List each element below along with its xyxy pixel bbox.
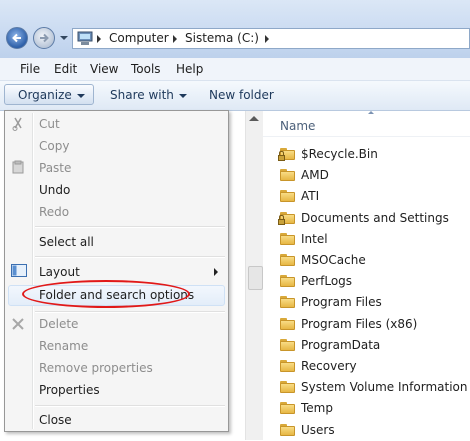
folder-name: Intel — [301, 231, 328, 246]
breadcrumb-separator-icon[interactable] — [265, 35, 269, 43]
folder-icon — [280, 190, 295, 203]
menu-view[interactable]: View — [90, 62, 118, 76]
folder-name: Users — [301, 422, 335, 437]
folder-icon — [280, 338, 295, 351]
scroll-thumb[interactable] — [248, 266, 263, 290]
menu-separator — [35, 226, 225, 228]
menu-item-layout[interactable]: Layout — [39, 265, 80, 279]
menu-item-close[interactable]: Close — [39, 413, 72, 427]
locked-folder-icon — [278, 211, 295, 225]
menu-item-redo[interactable]: Redo — [39, 205, 69, 219]
address-breadcrumb[interactable]: Computer Sistema (C:) — [72, 28, 470, 49]
menu-separator — [35, 405, 225, 407]
menu-item-copy[interactable]: Copy — [39, 139, 69, 153]
new-folder-button[interactable]: New folder — [209, 88, 274, 102]
menu-separator — [35, 311, 225, 313]
folder-name: PerfLogs — [301, 274, 353, 289]
folder-icon — [280, 402, 295, 415]
folder-name: MSOCache — [301, 253, 366, 267]
menu-help[interactable]: Help — [176, 62, 203, 76]
arrow-left-icon — [12, 33, 21, 43]
breadcrumb-separator-icon[interactable] — [173, 35, 177, 43]
folder-name: Program Files — [301, 295, 382, 310]
breadcrumb-drive[interactable]: Sistema (C:) — [185, 31, 259, 45]
menu-bar: File Edit View Tools Help — [0, 58, 470, 81]
menu-item-undo[interactable]: Undo — [39, 183, 70, 197]
folder-name: System Volume Information — [301, 380, 468, 395]
locked-folder-icon — [278, 148, 295, 161]
sort-ascending-icon — [368, 111, 374, 114]
back-button[interactable] — [6, 27, 28, 49]
scissors-icon — [12, 117, 22, 131]
dropdown-arrow-icon — [76, 93, 85, 98]
forward-button[interactable] — [33, 27, 55, 49]
share-with-label: Share with — [110, 88, 174, 102]
organize-button[interactable]: Organize — [4, 84, 94, 105]
folder-name: Documents and Settings — [301, 210, 449, 225]
folder-icon — [280, 275, 295, 288]
annotation-red-ellipse — [22, 280, 190, 308]
folder-icon — [280, 254, 295, 266]
folder-icon — [280, 232, 295, 245]
recent-pages-dropdown-icon[interactable] — [60, 34, 68, 42]
computer-icon — [77, 31, 93, 45]
menu-item-properties[interactable]: Properties — [39, 383, 100, 397]
folder-icon — [280, 296, 295, 309]
folder-icon — [280, 317, 295, 330]
menu-separator — [35, 256, 225, 258]
column-header-name[interactable]: Name — [280, 119, 315, 133]
menu-item-cut[interactable]: Cut — [39, 117, 60, 131]
command-bar: Organize Share with New folder — [0, 81, 470, 111]
menu-item-rename[interactable]: Rename — [39, 339, 88, 353]
folder-name: Program Files (x86) — [301, 316, 418, 331]
menu-item-delete[interactable]: Delete — [39, 317, 78, 331]
folder-icon — [280, 423, 295, 436]
menu-item-remove-properties[interactable]: Remove properties — [39, 361, 153, 375]
breadcrumb-separator-icon[interactable] — [97, 35, 101, 43]
menu-item-paste[interactable]: Paste — [39, 161, 71, 175]
organize-menu: Cut Copy Paste Undo Redo Select all Layo… — [4, 110, 229, 432]
column-divider — [263, 136, 470, 137]
address-bar-area: Computer Sistema (C:) — [0, 0, 470, 58]
folder-icon — [280, 360, 295, 372]
layout-icon — [11, 264, 27, 277]
share-with-button[interactable]: Share with — [110, 88, 187, 102]
menu-tools[interactable]: Tools — [131, 62, 161, 76]
scroll-up-icon[interactable] — [249, 116, 259, 121]
new-folder-label: New folder — [209, 88, 274, 102]
clipboard-icon — [12, 160, 24, 174]
submenu-arrow-icon — [214, 268, 218, 276]
menu-icon-gutter — [32, 113, 34, 429]
folder-name: ProgramData — [301, 337, 381, 352]
menu-file[interactable]: File — [20, 62, 40, 76]
folder-icon — [280, 381, 295, 394]
menu-edit[interactable]: Edit — [54, 62, 77, 76]
folder-icon — [280, 169, 295, 182]
folder-name: $Recycle.Bin — [301, 147, 378, 161]
arrow-right-icon — [40, 33, 49, 43]
menu-item-select-all[interactable]: Select all — [39, 235, 94, 249]
folder-name: Temp — [301, 401, 333, 416]
organize-label: Organize — [18, 88, 72, 102]
delete-x-icon — [12, 318, 24, 330]
file-list[interactable]: Name $Recycle.Bin AMD ATI Documents and Set… — [263, 111, 470, 440]
folder-name: ATI — [301, 189, 320, 204]
dropdown-arrow-icon — [178, 93, 187, 98]
folder-name: AMD — [301, 168, 329, 183]
breadcrumb-computer[interactable]: Computer — [109, 31, 169, 45]
folder-name: Recovery — [301, 359, 357, 373]
navigation-scrollbar[interactable] — [245, 111, 264, 440]
